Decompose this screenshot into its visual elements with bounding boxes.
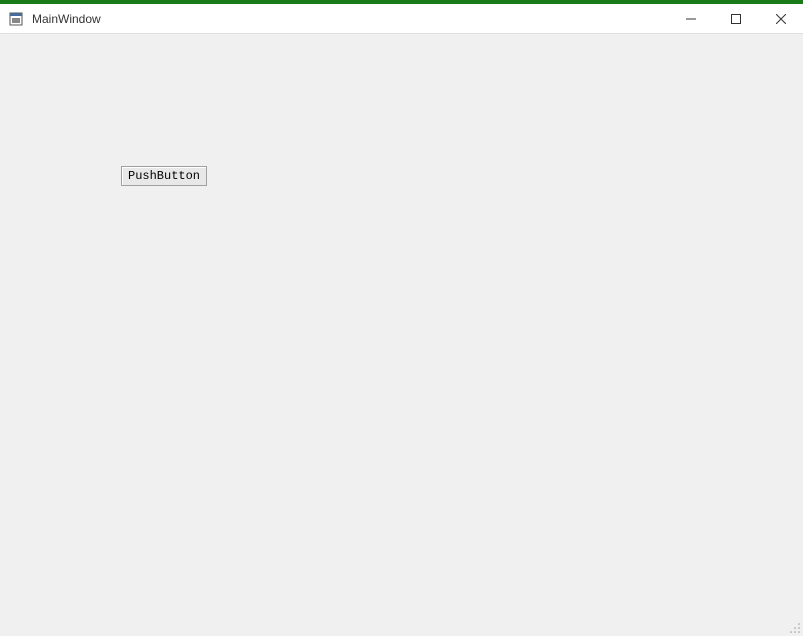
resize-grip[interactable]	[787, 620, 801, 634]
client-area: PushButton	[0, 34, 803, 636]
close-button[interactable]	[758, 4, 803, 33]
push-button[interactable]: PushButton	[121, 166, 207, 186]
title-bar: MainWindow	[0, 4, 803, 34]
window-controls	[668, 4, 803, 33]
window-title: MainWindow	[32, 12, 668, 26]
window-app-icon	[8, 11, 24, 27]
maximize-button[interactable]	[713, 4, 758, 33]
minimize-button[interactable]	[668, 4, 713, 33]
